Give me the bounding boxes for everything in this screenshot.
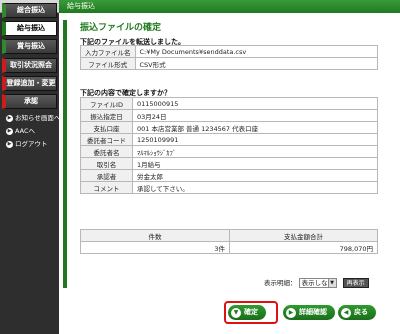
file-format-label: ファイル形式 [80, 57, 136, 70]
detail-value: 承認して下さい。 [132, 181, 378, 194]
sidebar-item-toroku-tsuika[interactable]: 登録追加・変更 [2, 76, 57, 91]
count-header: 件数 [80, 229, 230, 242]
table-row: 承認者 労金太郎 [80, 169, 378, 182]
display-detail-control: 表示明細： 表示しない ▼ 再表示 [264, 277, 369, 288]
detail-value: 001 本店営業部 普通 1234567 代表口座 [132, 121, 378, 134]
sidebar-link-oshirase[interactable]: ▶ お知らせ画面へ [6, 112, 60, 122]
chevron-right-icon: ▶ [6, 140, 13, 148]
sidebar-link-label: AACへ [15, 127, 35, 135]
table-row: 振込指定日 03月24日 [80, 109, 378, 122]
sidebar-link-label: ログアウト [15, 140, 48, 148]
detail-label: 振込指定日 [80, 109, 133, 122]
table-row: 入力ファイル名 C:¥My Documents¥senddata.csv [80, 45, 378, 58]
table-row: 3件 798,070円 [80, 241, 378, 254]
details-table: ファイルID 0115000915 振込指定日 03月24日 支払口座 001 … [80, 97, 378, 194]
sidebar-link-aac[interactable]: ▶ AACへ [6, 125, 35, 135]
detail-value: 労金太郎 [132, 169, 378, 182]
chevron-right-icon: ▶ [6, 114, 13, 122]
chevron-right-icon: ▶ [6, 127, 13, 135]
display-detail-select[interactable]: 表示しない ▼ [298, 278, 337, 288]
file-name-label: 入力ファイル名 [80, 45, 136, 58]
detail-value: 1月給与 [132, 157, 378, 170]
detail-value: 1250109991 [132, 133, 378, 146]
table-row: コメント 承認して下さい。 [80, 181, 378, 194]
page-title: 振込ファイルの確定 [80, 23, 162, 33]
detail-label: 取引名 [80, 157, 133, 170]
file-name-value: C:¥My Documents¥senddata.csv [134, 45, 378, 58]
detail-value: 0115000915 [132, 97, 378, 110]
detail-confirm-button-label: 詳細確認 [299, 308, 327, 316]
table-row: 件数 支払金額合計 [80, 229, 378, 242]
detail-confirm-button[interactable]: ▶ 詳細確認 [283, 305, 335, 320]
detail-label: 承認者 [80, 169, 133, 182]
back-button-label: 戻る [354, 308, 368, 316]
page-header-title: 給与振込 [67, 2, 95, 10]
table-row: 支払口座 001 本店営業部 普通 1234567 代表口座 [80, 121, 378, 134]
file-info-table: 入力ファイル名 C:¥My Documents¥senddata.csv ファイ… [80, 45, 378, 70]
table-row: 委託者コード 1250109991 [80, 133, 378, 146]
redisplay-button[interactable]: 再表示 [342, 278, 369, 288]
table-row: 取引名 1月給与 [80, 157, 378, 170]
detail-value: 03月24日 [132, 109, 378, 122]
table-row: 委託者名 ﾏﾙﾏﾙｼｮｳｼﾞｶﾌﾞ [80, 145, 378, 158]
detail-label: 委託者コード [80, 133, 133, 146]
detail-label: 支払口座 [80, 121, 133, 134]
totals-table: 件数 支払金額合計 3件 798,070円 [80, 229, 378, 254]
detail-label: ファイルID [80, 97, 133, 110]
confirm-button-label: 確定 [244, 308, 258, 316]
section-accent-bar [63, 20, 67, 288]
sidebar-item-shonin[interactable]: 承認 [2, 94, 57, 109]
sidebar-item-shoyo-furikomi[interactable]: 賞与振込 [2, 39, 57, 54]
amount-value: 798,070円 [229, 241, 378, 254]
back-button[interactable]: ◀ 戻る [338, 305, 376, 320]
table-row: ファイルID 0115000915 [80, 97, 378, 110]
detail-label: 委託者名 [80, 145, 133, 158]
page-header: 給与振込 [59, 0, 400, 13]
chevron-down-icon: ▼ [327, 279, 336, 287]
count-value: 3件 [80, 241, 230, 254]
arrow-left-icon: ◀ [341, 307, 351, 318]
sidebar-item-sogo-furikomi[interactable]: 総合振込 [2, 3, 57, 18]
display-detail-label: 表示明細： [264, 279, 297, 287]
amount-header: 支払金額合計 [229, 229, 378, 242]
table-row: ファイル形式 CSV形式 [80, 57, 378, 70]
arrow-right-icon: ▶ [286, 307, 296, 318]
sidebar-link-label: お知らせ画面へ [15, 114, 61, 122]
sidebar-link-logout[interactable]: ▶ ログアウト [6, 138, 48, 148]
detail-value: ﾏﾙﾏﾙｼｮｳｼﾞｶﾌﾞ [132, 145, 378, 158]
confirm-button[interactable]: ▼ 確定 [228, 305, 266, 320]
sidebar-item-torihiki-jokyo[interactable]: 取引状況照会 [2, 58, 57, 73]
file-format-value: CSV形式 [134, 57, 378, 70]
sidebar-item-kyuyo-furikomi[interactable]: 給与振込 [2, 21, 57, 36]
arrow-down-icon: ▼ [231, 307, 241, 318]
sidebar: 総合振込 給与振込 賞与振込 取引状況照会 登録追加・変更 承認 ▶ お知らせ画面… [0, 0, 60, 334]
detail-label: コメント [80, 181, 133, 194]
